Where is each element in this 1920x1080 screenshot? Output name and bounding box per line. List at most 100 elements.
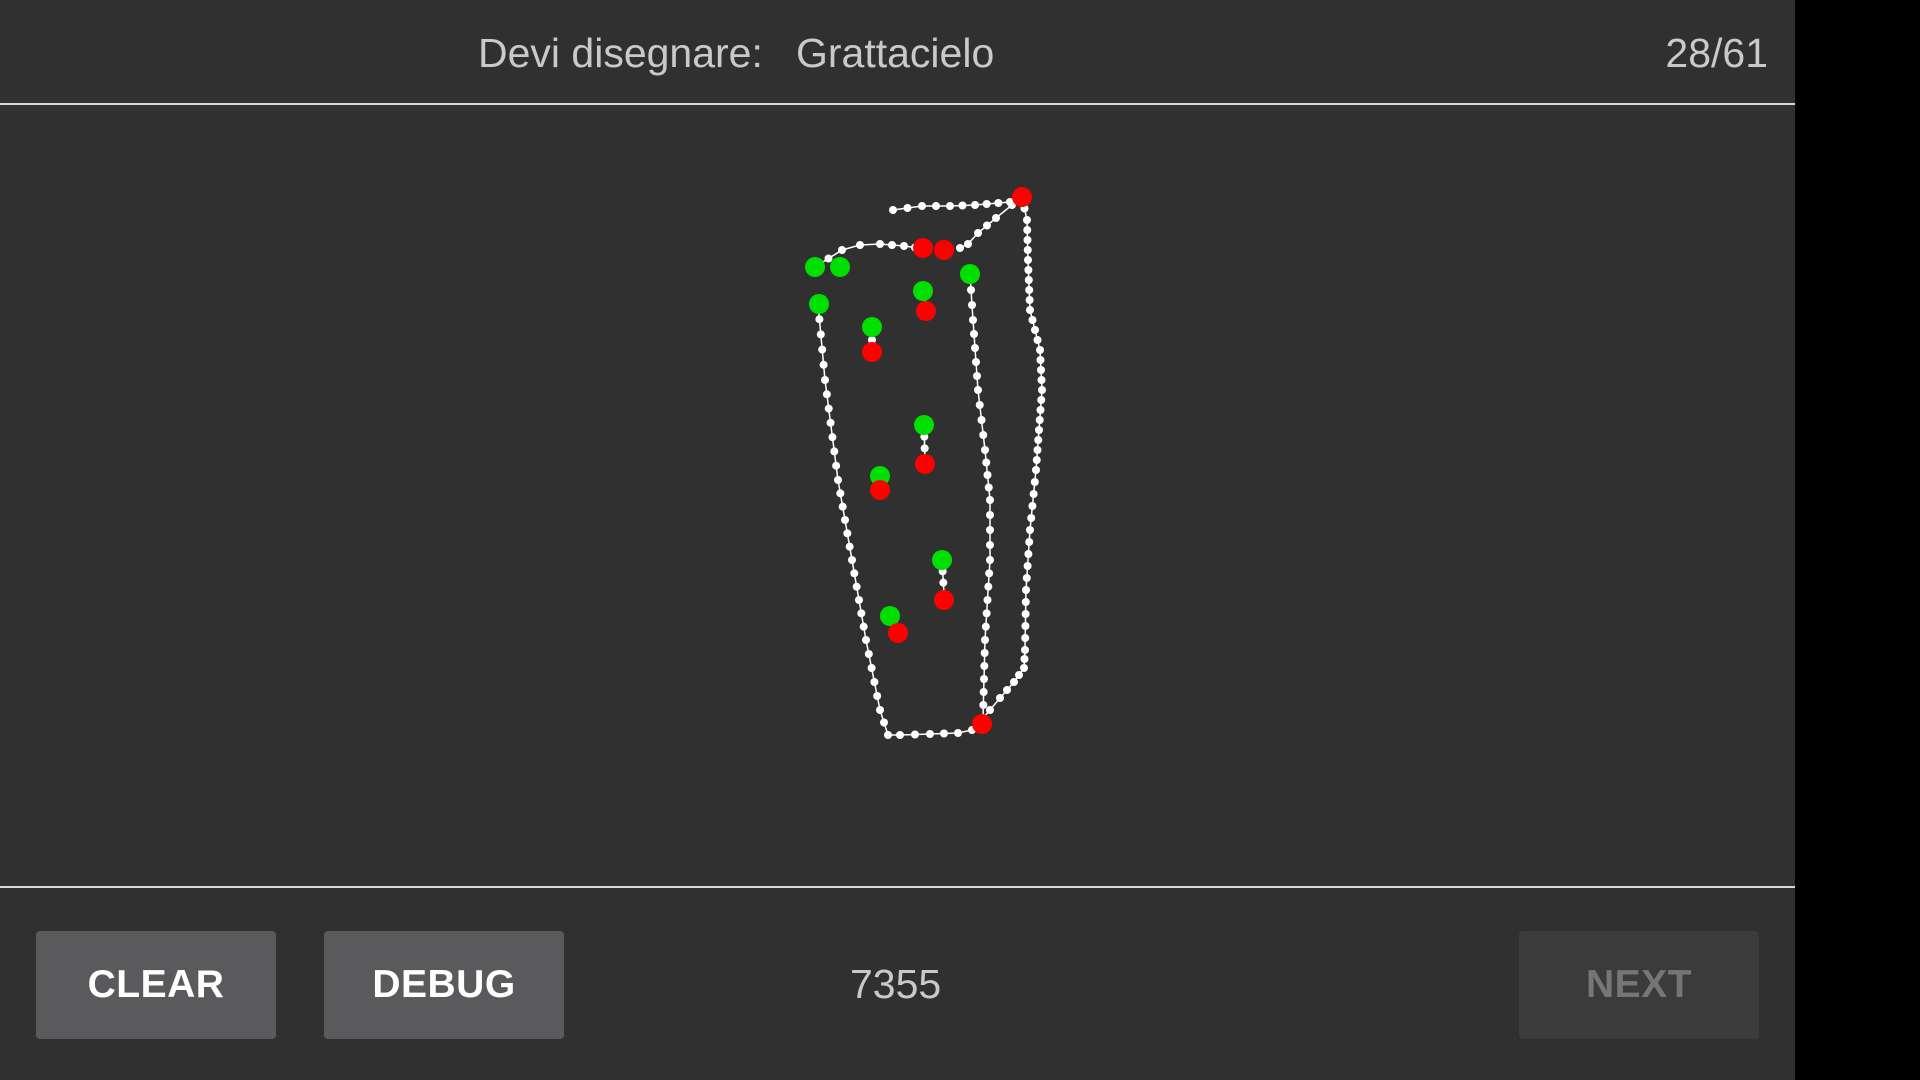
stroke-sample-point <box>828 433 837 442</box>
stroke-sample-point <box>1037 396 1046 404</box>
stroke-end-marker <box>888 623 908 643</box>
stroke-sample-point <box>824 254 833 263</box>
stroke-sample-point <box>926 730 934 738</box>
stroke-sample-point <box>974 229 982 237</box>
stroke-sample-point <box>856 241 864 249</box>
stroke-start-marker <box>809 294 829 314</box>
stroke-sample-point <box>954 729 962 737</box>
stroke-sample-point <box>958 201 967 210</box>
stroke-sample-point <box>889 206 897 214</box>
stroke-sample-point <box>841 516 849 524</box>
stroke-sample-point <box>1023 226 1032 234</box>
stroke-sample-point <box>867 664 876 672</box>
stroke-sample-point <box>920 444 929 453</box>
side-strip <box>1795 0 1920 1080</box>
stroke-sample-point <box>848 556 856 564</box>
stroke-sample-point <box>1023 236 1032 244</box>
stroke-sample-point <box>980 675 988 683</box>
stroke-sample-point <box>862 636 870 644</box>
stroke-sample-point <box>967 286 975 294</box>
stroke-end-marker <box>870 480 890 500</box>
stroke-sample-point <box>888 241 896 249</box>
stroke-sample-point <box>1031 326 1039 334</box>
stroke-sample-point <box>832 461 841 470</box>
stroke-sample-point <box>1027 514 1036 522</box>
next-button[interactable]: NEXT <box>1519 931 1759 1039</box>
stroke-end-marker <box>934 590 954 610</box>
stroke-sample-point <box>994 199 1003 207</box>
stroke-sample-point <box>1022 586 1030 594</box>
stroke-sample-point <box>979 688 988 696</box>
stroke-sample-point <box>864 650 873 658</box>
stroke-start-marker <box>862 317 882 337</box>
stroke-sample-point <box>1028 502 1037 510</box>
stroke-sample-point <box>918 202 926 210</box>
stroke-sample-point <box>1003 686 1011 694</box>
stroke-end-marker <box>913 238 933 258</box>
stroke-sample-point <box>986 526 994 534</box>
stroke-start-marker <box>880 606 900 626</box>
stroke-sample-point <box>986 706 994 714</box>
stroke-sample-point <box>981 622 990 631</box>
stroke-sample-point <box>974 386 982 394</box>
stroke-sample-point <box>855 596 863 604</box>
stroke-start-marker <box>960 264 980 284</box>
stroke-sample-point <box>982 609 991 618</box>
stroke-sample-point <box>818 345 827 354</box>
stroke-sample-point <box>1021 622 1030 630</box>
stroke-sample-point <box>911 730 919 739</box>
stroke-sample-point <box>1023 562 1032 570</box>
stroke-sample-point <box>1036 346 1044 354</box>
stroke-sample-point <box>1021 634 1030 642</box>
stroke-sample-point <box>1037 366 1045 374</box>
stroke-sample-point <box>1021 598 1030 606</box>
score-value: 7355 <box>850 961 942 1007</box>
stroke-sample-point <box>968 301 976 309</box>
stroke-sample-point <box>983 596 992 604</box>
clear-button[interactable]: CLEAR <box>36 931 276 1039</box>
stroke-sample-point <box>1038 386 1046 394</box>
stroke-sample-point <box>1021 646 1029 654</box>
stroke-sample-point <box>992 214 1000 222</box>
stroke-sample-point <box>852 582 861 591</box>
stroke-sample-point <box>880 718 888 727</box>
stroke-sample-point <box>1024 266 1033 274</box>
stroke-sample-point <box>870 678 879 686</box>
stroke-sample-point <box>1024 550 1033 558</box>
stroke-sample-point <box>985 569 994 578</box>
stroke-sample-point <box>1025 538 1034 546</box>
drawing-canvas[interactable] <box>0 105 1795 886</box>
stroke-sample-point <box>845 542 854 551</box>
stroke-sample-point <box>1010 678 1018 686</box>
app-screen: Devi disegnare: Grattacielo 28/61 CLEAR … <box>0 0 1795 1080</box>
stroke-sample-point <box>1035 416 1044 424</box>
stroke-sample-point <box>838 502 847 511</box>
debug-button[interactable]: DEBUG <box>324 931 564 1039</box>
stroke-sample-point <box>826 418 835 427</box>
stroke-sample-point <box>984 582 993 591</box>
stroke-sample-point <box>1032 456 1041 464</box>
stroke-sample-point <box>981 636 989 644</box>
stroke-sample-point <box>859 622 868 631</box>
stroke-start-marker <box>830 257 850 277</box>
stroke-sample-point <box>873 692 882 700</box>
stroke-sample-point <box>982 200 991 208</box>
stroke-sample-point <box>876 706 884 714</box>
stroke-sample-point <box>981 446 989 454</box>
stroke-end-marker <box>1012 187 1032 207</box>
stroke-sample-point <box>824 404 833 413</box>
stroke-sample-point <box>836 489 845 498</box>
stroke-sample-point <box>900 242 908 250</box>
stroke-sample-point <box>815 315 824 324</box>
stroke-start-marker <box>913 281 933 301</box>
stroke-sample-point <box>986 541 994 549</box>
stroke-sample-point <box>876 240 884 248</box>
footer-bar: CLEAR DEBUG 7355 NEXT <box>0 886 1795 1080</box>
stroke-sample-point <box>986 496 994 504</box>
header-bar: Devi disegnare: Grattacielo 28/61 <box>0 0 1795 105</box>
stroke-sample-point <box>986 511 994 519</box>
stroke-sample-point <box>1030 478 1039 486</box>
stroke-sample-point <box>1022 574 1031 582</box>
stroke-sample-point <box>964 240 972 248</box>
stroke-sample-point <box>975 401 984 409</box>
